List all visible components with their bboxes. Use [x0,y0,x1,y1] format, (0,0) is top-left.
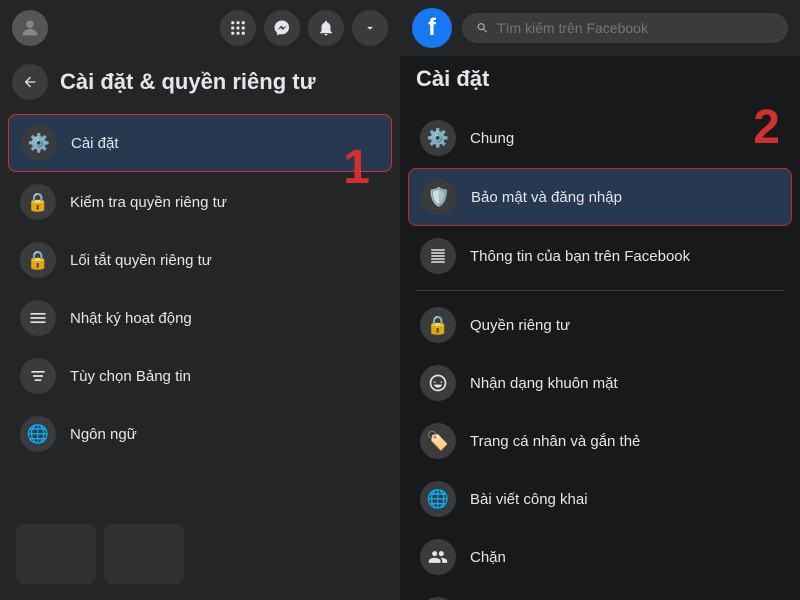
facebook-logo: f [412,8,452,48]
menu-label-activity-log: Nhật ký hoạt động [70,310,192,327]
public-posts-icon: 🌐 [420,481,456,517]
menu-item-privacy-check[interactable]: 🔒 Kiểm tra quyền riêng tư [8,174,392,230]
menu-label-news-options: Tùy chọn Bảng tin [70,368,191,385]
face-recognition-icon [420,365,456,401]
security-icon: 🛡️ [421,179,457,215]
right-menu-item-location[interactable]: 📍 Vị trí [408,587,792,600]
search-icon [476,21,489,35]
blocking-icon [420,539,456,575]
menu-item-language[interactable]: 🌐 Ngôn ngữ [8,406,392,462]
back-title-section: Cài đặt & quyền riêng tư [0,56,400,112]
step-badge-2: 2 [753,100,780,155]
right-menu-label-profile-tagging: Trang cá nhân và gắn thẻ [470,433,640,450]
menu-label-settings: Cài đặt [71,135,119,152]
right-menu-label-face-recognition: Nhận dạng khuôn mặt [470,375,618,392]
search-input[interactable] [497,20,774,36]
right-menu-label-blocking: Chặn [470,549,506,566]
settings-icon: ⚙️ [21,125,57,161]
right-menu-item-profile-tagging[interactable]: 🏷️ Trang cá nhân và gắn thẻ [408,413,792,469]
right-menu-label-your-info: Thông tin của bạn trên Facebook [470,248,690,265]
right-menu-list: ⚙️ Chung 🛡️ Bảo mật và đăng nhập Thông t… [400,100,800,600]
menu-item-activity-log[interactable]: Nhật ký hoạt động [8,290,392,346]
step-badge-1: 1 [343,140,370,195]
right-menu-item-your-info[interactable]: Thông tin của bạn trên Facebook [408,228,792,284]
privacy-shortcuts-icon: 🔒 [20,242,56,278]
privacy-check-icon: 🔒 [20,184,56,220]
search-bar[interactable] [462,13,788,43]
right-menu-label-security: Bảo mật và đăng nhập [471,189,622,206]
messenger-icon[interactable] [264,10,300,46]
left-header [0,0,400,56]
menu-label-privacy-shortcuts: Lối tắt quyền riêng tư [70,252,212,269]
right-menu-label-public-posts: Bài viết công khai [470,491,588,508]
menu-label-privacy-check: Kiểm tra quyền riêng tư [70,194,227,211]
right-menu-item-general[interactable]: ⚙️ Chung [408,110,792,166]
grid-icon[interactable] [220,10,256,46]
right-menu-item-security[interactable]: 🛡️ Bảo mật và đăng nhập [408,168,792,226]
menu-item-privacy-shortcuts[interactable]: 🔒 Lối tắt quyền riêng tư [8,232,392,288]
right-title: Cài đặt [400,56,800,100]
privacy-icon: 🔒 [420,307,456,343]
general-icon: ⚙️ [420,120,456,156]
right-menu-item-blocking[interactable]: Chặn [408,529,792,585]
right-header: f [400,0,800,56]
back-button[interactable] [12,64,48,100]
right-panel: f Cài đặt 2 ⚙️ Chung 🛡️ Bảo mật và đăng … [400,0,800,600]
chevron-down-icon[interactable] [352,10,388,46]
profile-tagging-icon: 🏷️ [420,423,456,459]
divider-1 [416,290,784,291]
right-menu-label-general: Chung [470,130,514,147]
page-title-left: Cài đặt & quyền riêng tư [60,69,316,95]
left-panel: Cài đặt & quyền riêng tư 1 ⚙️ Cài đặt 🔒 … [0,0,400,600]
menu-item-settings[interactable]: ⚙️ Cài đặt [8,114,392,172]
right-menu-label-privacy: Quyền riêng tư [470,317,570,334]
your-info-icon [420,238,456,274]
bell-icon[interactable] [308,10,344,46]
right-menu-item-privacy[interactable]: 🔒 Quyền riêng tư [408,297,792,353]
right-menu-item-public-posts[interactable]: 🌐 Bài viết công khai [408,471,792,527]
menu-label-language: Ngôn ngữ [70,426,137,443]
right-menu-item-face-recognition[interactable]: Nhận dạng khuôn mặt [408,355,792,411]
language-icon: 🌐 [20,416,56,452]
left-menu-list: ⚙️ Cài đặt 🔒 Kiểm tra quyền riêng tư 🔒 L… [0,112,400,464]
profile-avatar[interactable] [12,10,48,46]
menu-item-news-options[interactable]: Tùy chọn Bảng tin [8,348,392,404]
activity-log-icon [20,300,56,336]
news-options-icon [20,358,56,394]
